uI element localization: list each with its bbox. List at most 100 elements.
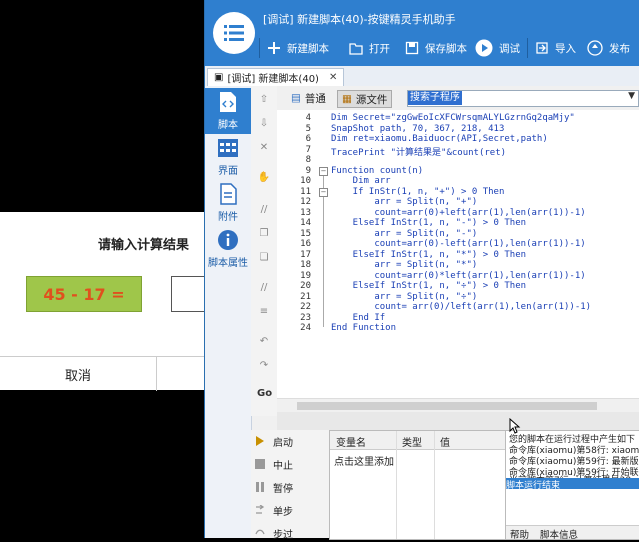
move-down-icon[interactable]: ⇩	[257, 118, 271, 130]
log-line-selected: 脚本运行结束	[506, 478, 639, 491]
uncomment-icon[interactable]: //	[257, 282, 271, 294]
document-tabbar: ▣ [调试] 新建脚本(40) ✕	[205, 66, 639, 87]
app-logo-icon	[213, 12, 255, 54]
code-icon	[217, 91, 239, 113]
nav-item-script[interactable]: 脚本	[205, 88, 251, 134]
column-header-name: 变量名	[336, 438, 366, 449]
new-script-label: 新建脚本	[287, 42, 329, 55]
mode-normal-label: 普通	[304, 92, 326, 105]
chevron-down-icon: ▼	[628, 91, 635, 101]
tab-script[interactable]: ▣ [调试] 新建脚本(40) ✕	[207, 68, 345, 86]
nav-label: 界面	[218, 166, 238, 177]
tab-help[interactable]: 帮助	[510, 527, 529, 539]
new-script-button[interactable]: 新建脚本	[267, 38, 329, 58]
code-line: arr = Split(n, "÷")	[331, 291, 478, 302]
command-toolstrip: ⇧ ⇩ ✕ ✋ // ❐ ❏ // ≡ ↶ ↷ Go	[251, 86, 278, 416]
mode-normal-button[interactable]: ▤ 普通	[291, 90, 326, 106]
step-button[interactable]: 单步	[255, 501, 293, 519]
code-line: ElseIf InStr(1, n, "*") > 0 Then	[331, 249, 527, 260]
import-button[interactable]: 导入	[535, 38, 576, 58]
code-line: arr = Split(n, "*")	[331, 260, 478, 270]
info-icon	[217, 229, 239, 251]
open-button[interactable]: 打开	[349, 38, 390, 58]
line-number: 17	[300, 249, 311, 260]
code-line: End Function	[331, 323, 397, 333]
line-number: 20	[300, 281, 311, 291]
stop-button[interactable]: 中止	[255, 455, 293, 473]
grid-icon	[217, 137, 239, 159]
nav-item-properties[interactable]: 脚本属性	[205, 226, 251, 272]
function-select-value: 搜索子程序	[408, 91, 462, 105]
code-line: count=arr(0)+left(arr(1),len(arr(1))-1)	[331, 207, 586, 218]
undo-icon[interactable]: ↶	[257, 336, 271, 348]
line-number: 10	[300, 176, 311, 186]
nav-item-ui[interactable]: 界面	[205, 134, 251, 180]
code-editor[interactable]: 4 5 6 7 8 9 10 11 12 13 14 15 16 17 18 19 20 21 22 23 24 Dim…	[277, 110, 639, 398]
nav-item-attachment[interactable]: 附件	[205, 180, 251, 226]
variables-table: 变量名 类型 值 点击这里添加	[329, 430, 507, 540]
code-line: ElseIf InStr(1, n, "÷") > 0 Then	[331, 281, 527, 291]
code-line: Function count(n)	[331, 165, 424, 176]
comment-icon[interactable]: //	[257, 204, 271, 216]
redo-icon[interactable]: ↷	[257, 360, 271, 372]
publish-button[interactable]: 发布	[587, 38, 630, 58]
dialog-prompt: 请输入计算结果	[98, 238, 190, 253]
paste-icon[interactable]: ❏	[257, 252, 271, 264]
add-variable-row[interactable]: 点击这里添加	[334, 453, 394, 468]
line-number: 21	[300, 291, 311, 302]
fold-toggle-icon[interactable]: −	[319, 166, 328, 176]
pause-label: 暂停	[273, 483, 293, 495]
panel-splitter[interactable]	[277, 412, 639, 430]
stop-icon	[255, 459, 265, 469]
move-up-icon[interactable]: ⇧	[257, 94, 271, 106]
delete-icon[interactable]: ✕	[257, 142, 271, 154]
start-label: 启动	[273, 437, 293, 449]
step-label: 单步	[273, 506, 293, 518]
format-icon[interactable]: ≡	[257, 306, 271, 318]
main-window: [调试] 新建脚本(40)-按键精灵手机助手 新建脚本 打开 保存脚本 调试 导…	[204, 0, 639, 541]
vertical-nav: 脚本 界面 附件 脚本属性	[205, 86, 252, 538]
table-header: 变量名 类型 值	[330, 431, 506, 450]
debug-button[interactable]: 调试	[475, 38, 520, 58]
line-number: 19	[300, 270, 311, 281]
folder-icon	[349, 41, 363, 55]
line-number: 12	[300, 197, 311, 207]
title-bar: [调试] 新建脚本(40)-按键精灵手机助手 新建脚本 打开 保存脚本 调试 导…	[205, 0, 639, 66]
code-line: Dim ret=xiaomu.Baiduocr(API,Secret,path)	[331, 134, 548, 144]
save-button[interactable]: 保存脚本	[405, 38, 467, 58]
button-divider	[156, 357, 157, 391]
line-gutter: 4 5 6 7 8 9 10 11 12 13 14 15 16 17 18 19 20 21 22 23 24	[277, 110, 315, 398]
hand-icon[interactable]: ✋	[257, 172, 271, 184]
scroll-thumb[interactable]	[297, 402, 597, 410]
attachment-icon	[217, 183, 239, 205]
copy-icon[interactable]: ❐	[257, 228, 271, 240]
code-line: End If	[331, 312, 386, 323]
step-over-button[interactable]: 步过	[255, 524, 293, 542]
step-icon	[255, 504, 265, 515]
pause-icon	[255, 482, 265, 492]
source-icon: ▦	[342, 93, 352, 105]
cancel-button[interactable]: 取消	[0, 357, 156, 391]
code-line: ElseIf InStr(1, n, "-") > 0 Then	[331, 218, 527, 228]
line-number: 11	[300, 186, 311, 197]
function-select[interactable]: 搜索子程序 ▼	[407, 90, 639, 107]
pause-button[interactable]: 暂停	[255, 478, 293, 496]
tab-script-info[interactable]: 脚本信息	[540, 527, 578, 539]
save-icon	[405, 41, 419, 55]
close-icon[interactable]: ✕	[329, 72, 337, 83]
code-line: If InStr(1, n, "+") > 0 Then	[331, 186, 505, 197]
code-line: count=arr(0)-left(arr(1),len(arr(1))-1)	[331, 239, 586, 249]
mode-source-button[interactable]: ▦ 源文件	[337, 90, 393, 108]
mode-source-label: 源文件	[355, 93, 388, 106]
debug-label: 调试	[499, 42, 520, 55]
captcha-image: 45 - 17 =	[26, 276, 142, 312]
code-line: SnapShot path, 70, 367, 218, 413	[331, 123, 505, 134]
editor-header: ▤ 普通 ▦ 源文件 搜索子程序 ▼	[277, 86, 639, 111]
code-line: TracePrint "计算结果是"&count(ret)	[331, 147, 507, 158]
publish-label: 发布	[609, 42, 630, 55]
horizontal-scrollbar[interactable]	[277, 398, 639, 413]
fold-toggle-icon[interactable]: −	[319, 187, 328, 197]
start-button[interactable]: 启动	[255, 432, 293, 450]
goto-icon[interactable]: Go	[257, 388, 272, 400]
code-line: arr = Split(n, "-")	[331, 228, 478, 239]
